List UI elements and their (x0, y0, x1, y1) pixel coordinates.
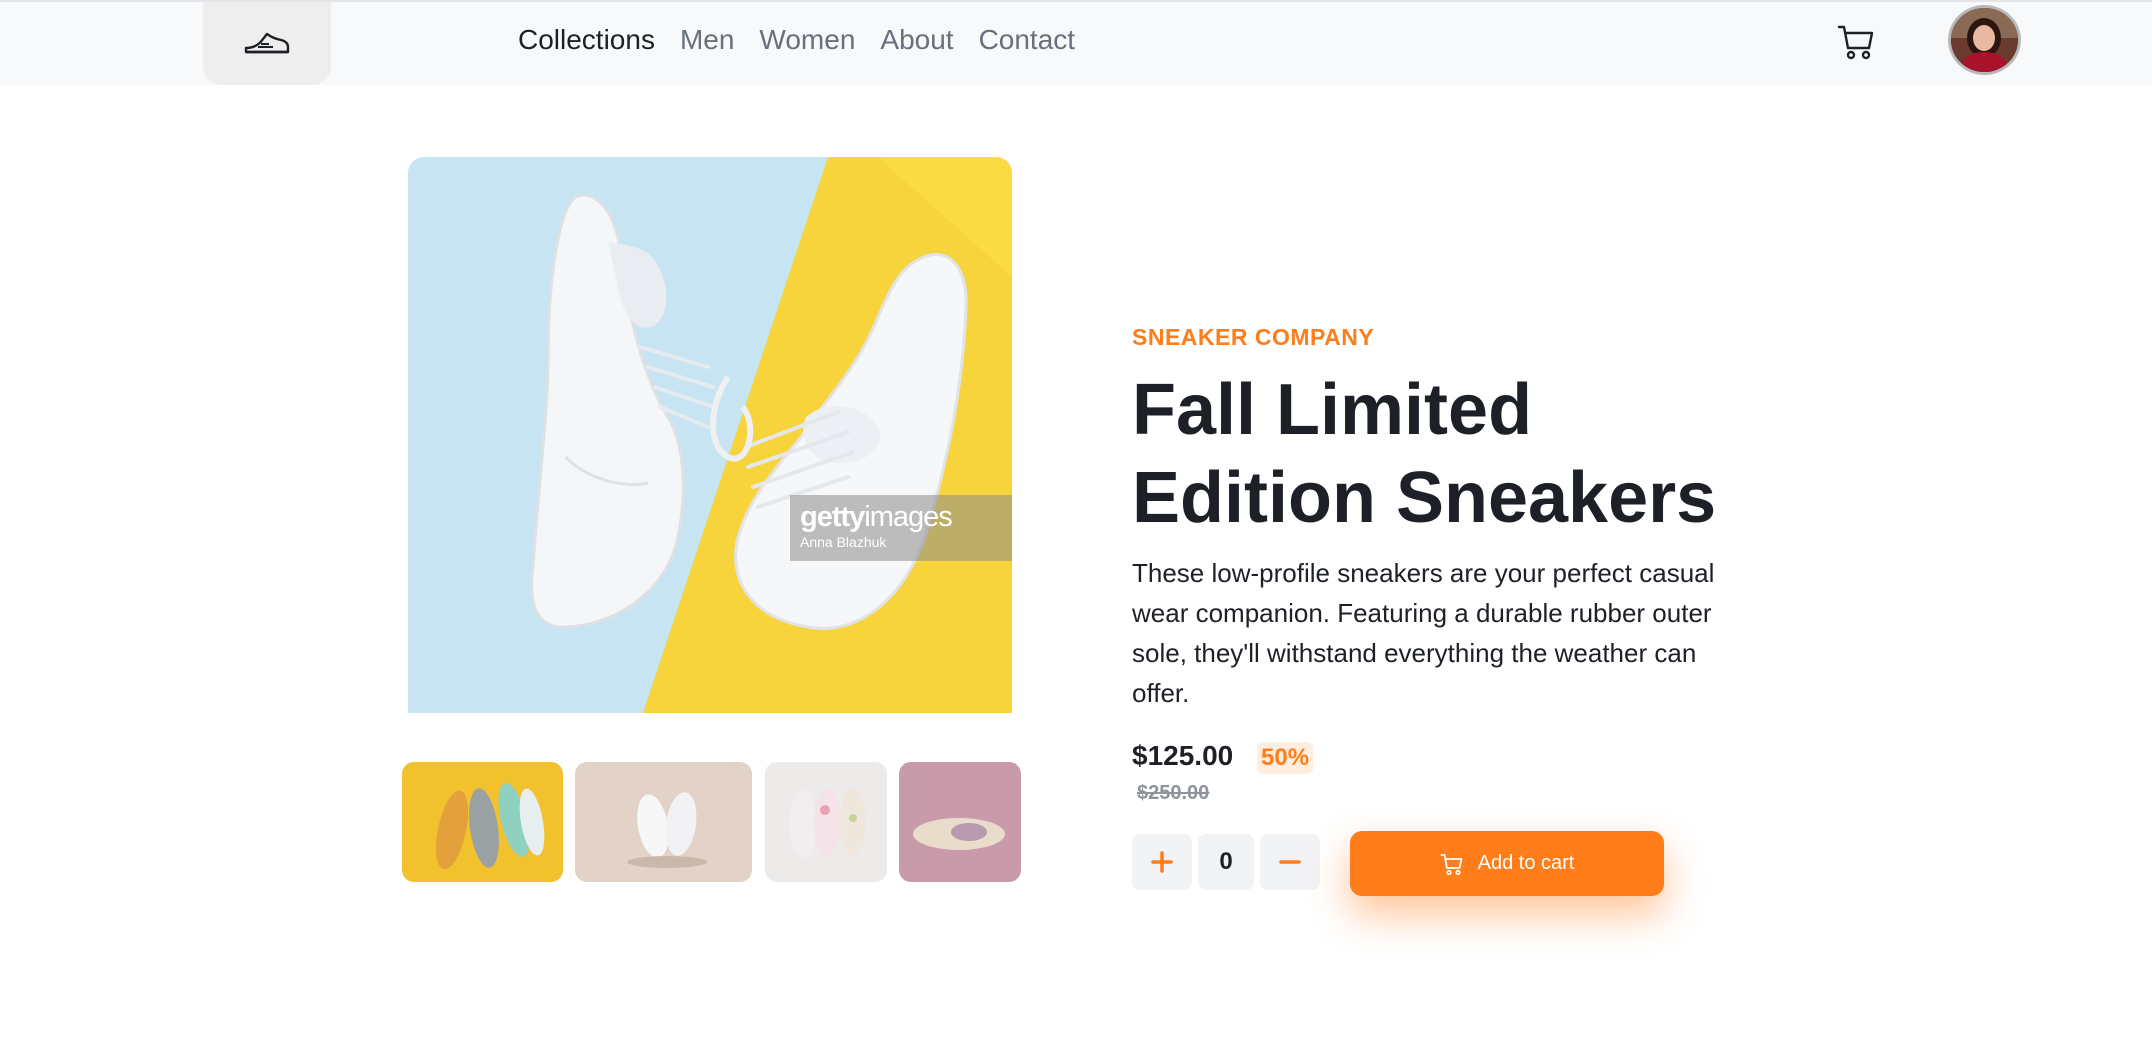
nav-item-women[interactable]: Women (759, 24, 855, 56)
white-sneakers-beige-thumb (575, 762, 752, 882)
main-nav: Collections Men Women About Contact (518, 20, 1075, 60)
product-title: Fall Limited Edition Sneakers (1132, 370, 1717, 538)
sneaker-icon (244, 32, 290, 53)
quantity-decrease-button[interactable] (1260, 834, 1320, 890)
quantity-value: 0 (1198, 834, 1254, 890)
minus-icon (1279, 860, 1301, 864)
nav-item-men[interactable]: Men (680, 24, 734, 56)
current-price: $125.00 (1132, 740, 1234, 771)
watermark-credit: Anna Blazhuk (800, 534, 887, 550)
cart-button[interactable] (1836, 22, 1876, 62)
product-photo (408, 157, 1012, 713)
orange-grey-sneakers-thumb (402, 762, 563, 882)
logo-button[interactable] (203, 2, 331, 85)
add-to-cart-label: Add to cart (1477, 852, 1575, 874)
product-description: These low-profile sneakers are your perf… (1132, 558, 1715, 708)
thumbnail-3[interactable] (765, 762, 887, 882)
discount-badge: 50% (1257, 742, 1314, 774)
watermark-brand: gettyimages (800, 501, 953, 533)
nav-item-contact[interactable]: Contact (979, 24, 1076, 56)
avatar[interactable] (1948, 5, 2021, 75)
main-product-image[interactable]: gettyimages Anna Blazhuk (408, 157, 1012, 713)
cart-icon (1440, 853, 1463, 875)
quantity-increase-button[interactable] (1132, 834, 1192, 890)
nav-item-collections[interactable]: Collections (518, 24, 655, 56)
cart-icon (1837, 25, 1874, 60)
company-label: SNEAKER COMPANY (1132, 324, 1375, 350)
image-watermark: gettyimages Anna Blazhuk (790, 495, 1012, 561)
plus-icon (1151, 851, 1173, 873)
sneaker-sole-pink-thumb (899, 762, 1021, 882)
top-navigation-bar: Collections Men Women About Contact (0, 0, 2152, 85)
thumbnail-1[interactable] (402, 762, 563, 882)
floral-sneakers-thumb (765, 762, 887, 882)
thumbnail-4[interactable] (899, 762, 1021, 882)
original-price: $250.00 (1137, 782, 1210, 804)
add-to-cart-button[interactable]: Add to cart (1350, 831, 1664, 896)
user-avatar-image (1951, 8, 2018, 72)
nav-item-about[interactable]: About (880, 24, 953, 56)
thumbnail-2[interactable] (575, 762, 752, 882)
